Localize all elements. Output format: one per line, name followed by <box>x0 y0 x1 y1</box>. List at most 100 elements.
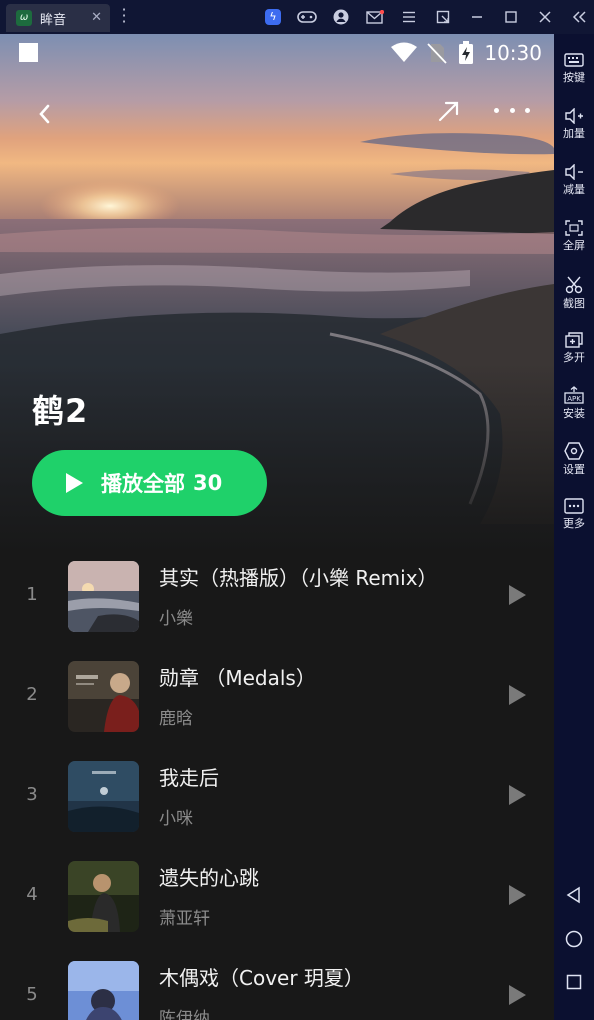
song-row[interactable]: 2 勋章 （Medals） 鹿晗 <box>0 654 554 754</box>
album-cover <box>68 661 139 732</box>
song-title: 木偶戏（Cover 玥夏） <box>159 966 364 990</box>
play-song-icon[interactable] <box>509 585 526 605</box>
title-bar-actions: ϟ <box>256 6 594 28</box>
song-index: 5 <box>26 984 38 1005</box>
sidebar-item-multi-instance[interactable]: 多开 <box>554 332 594 364</box>
song-title: 勋章 （Medals） <box>159 666 316 690</box>
emulator-title-bar: ω 眸音 ✕ · · · ϟ <box>0 0 594 34</box>
account-icon[interactable] <box>324 9 358 25</box>
album-cover <box>68 961 139 1020</box>
playlist-title: 鹤2 <box>32 392 89 430</box>
keyboard-icon <box>564 53 584 67</box>
volume-down-icon <box>565 164 583 180</box>
song-row[interactable]: 3 我走后 小咪 <box>0 754 554 854</box>
tab-menu-icon[interactable]: · · · <box>118 2 130 30</box>
play-song-icon[interactable] <box>509 685 526 705</box>
back-button[interactable] <box>30 96 60 132</box>
battery-charging-icon <box>459 41 473 64</box>
sidebar-item-label: 加量 <box>563 127 585 140</box>
sidebar-item-settings[interactable]: 设置 <box>554 442 594 476</box>
phone-screen: 10:30 鹤2 播放全部 30 1 其实（热播版）（小樂 Remix） 小樂 … <box>0 34 554 1020</box>
maximize-icon[interactable] <box>494 10 528 24</box>
play-icon <box>66 473 83 493</box>
share-button[interactable] <box>434 96 464 126</box>
track-count: 30 <box>193 471 223 495</box>
clock: 10:30 <box>484 41 542 65</box>
close-tab-icon[interactable]: ✕ <box>91 10 102 25</box>
sidebar-item-keymap[interactable]: 按键 <box>554 52 594 84</box>
wifi-icon <box>391 42 417 62</box>
play-song-icon[interactable] <box>509 785 526 805</box>
sidebar-item-volume-up[interactable]: 加量 <box>554 108 594 140</box>
svg-text:APK: APK <box>567 395 581 403</box>
app-logo-icon: ω <box>16 10 32 26</box>
share-arrow-icon <box>438 101 459 122</box>
booster-icon[interactable]: ϟ <box>256 9 290 25</box>
app-tab[interactable]: ω 眸音 ✕ <box>6 4 110 32</box>
play-song-icon[interactable] <box>509 985 526 1005</box>
sidebar-item-label: 按键 <box>563 71 585 84</box>
song-title: 遗失的心跳 <box>159 866 259 890</box>
dot-icon <box>494 107 499 113</box>
minimize-icon[interactable] <box>460 10 494 24</box>
gamepad-icon[interactable] <box>290 10 324 24</box>
menu-icon[interactable] <box>392 11 426 23</box>
mail-icon[interactable] <box>358 10 392 24</box>
sidebar-item-more[interactable]: 更多 <box>554 498 594 530</box>
collapse-sidebar-icon[interactable] <box>562 10 594 24</box>
playlist-header: 10:30 鹤2 播放全部 30 <box>0 34 554 554</box>
status-bar: 10:30 <box>0 34 554 74</box>
sidebar-item-install-apk[interactable]: APK 安装 <box>554 386 594 420</box>
song-row[interactable]: 1 其实（热播版）（小樂 Remix） 小樂 <box>0 554 554 654</box>
song-title: 其实（热播版）（小樂 Remix） <box>159 566 438 590</box>
song-index: 3 <box>26 784 38 805</box>
sidebar-item-label: 更多 <box>563 517 585 530</box>
song-artist: 小樂 <box>159 609 193 629</box>
play-song-icon[interactable] <box>509 885 526 905</box>
more-options-button[interactable] <box>494 100 530 120</box>
dot-icon <box>509 107 515 113</box>
nav-recents-button[interactable] <box>554 974 594 990</box>
dot-icon <box>525 107 530 113</box>
sidebar-item-volume-down[interactable]: 减量 <box>554 164 594 196</box>
sidebar-item-label: 减量 <box>563 183 585 196</box>
close-window-icon[interactable] <box>528 10 562 24</box>
multi-instance-icon <box>565 332 583 348</box>
song-index: 4 <box>26 884 38 905</box>
square-recents-icon <box>566 974 582 990</box>
apk-install-icon: APK <box>564 386 584 404</box>
nav-home-button[interactable] <box>554 930 594 948</box>
status-icons <box>390 41 474 65</box>
sidebar-item-label: 安装 <box>563 407 585 420</box>
play-all-label: 播放全部 <box>101 472 185 496</box>
sidebar-item-label: 全屏 <box>563 239 585 252</box>
sidebar-item-label: 多开 <box>563 351 585 364</box>
settings-icon <box>564 442 584 460</box>
scissors-icon <box>565 276 583 294</box>
volume-up-icon <box>565 108 583 124</box>
pin-window-icon[interactable] <box>426 10 460 24</box>
song-row[interactable]: 5 木偶戏（Cover 玥夏） 陈伊纳 <box>0 954 554 1020</box>
song-artist: 小咪 <box>159 809 193 829</box>
tab-title: 眸音 <box>40 12 67 28</box>
sidebar-item-screenshot[interactable]: 截图 <box>554 276 594 310</box>
nav-back-button[interactable] <box>554 886 594 904</box>
emulator-sidebar: 按键 加量 减量 全屏 截图 多开 APK 安装 设置 更多 <box>554 34 594 1020</box>
back-arrow-icon <box>39 104 50 124</box>
fullscreen-icon <box>565 220 583 236</box>
emulator-window: ω 眸音 ✕ · · · ϟ 10:30 鹤2 播放全部 30 1 其实（热播版… <box>0 0 594 1020</box>
play-all-button[interactable]: 播放全部 30 <box>32 450 267 516</box>
album-cover <box>68 761 139 832</box>
triangle-back-icon <box>566 886 580 904</box>
no-sim-icon <box>427 43 447 64</box>
song-artist: 陈伊纳 <box>159 1009 210 1020</box>
song-index: 2 <box>26 684 38 705</box>
sidebar-item-fullscreen[interactable]: 全屏 <box>554 220 594 252</box>
album-cover <box>68 861 139 932</box>
more-icon <box>564 498 584 514</box>
song-artist: 萧亚轩 <box>159 909 210 929</box>
song-row[interactable]: 4 遗失的心跳 萧亚轩 <box>0 854 554 954</box>
sidebar-item-label: 截图 <box>563 297 585 310</box>
song-artist: 鹿晗 <box>159 709 193 729</box>
song-title: 我走后 <box>159 766 219 790</box>
